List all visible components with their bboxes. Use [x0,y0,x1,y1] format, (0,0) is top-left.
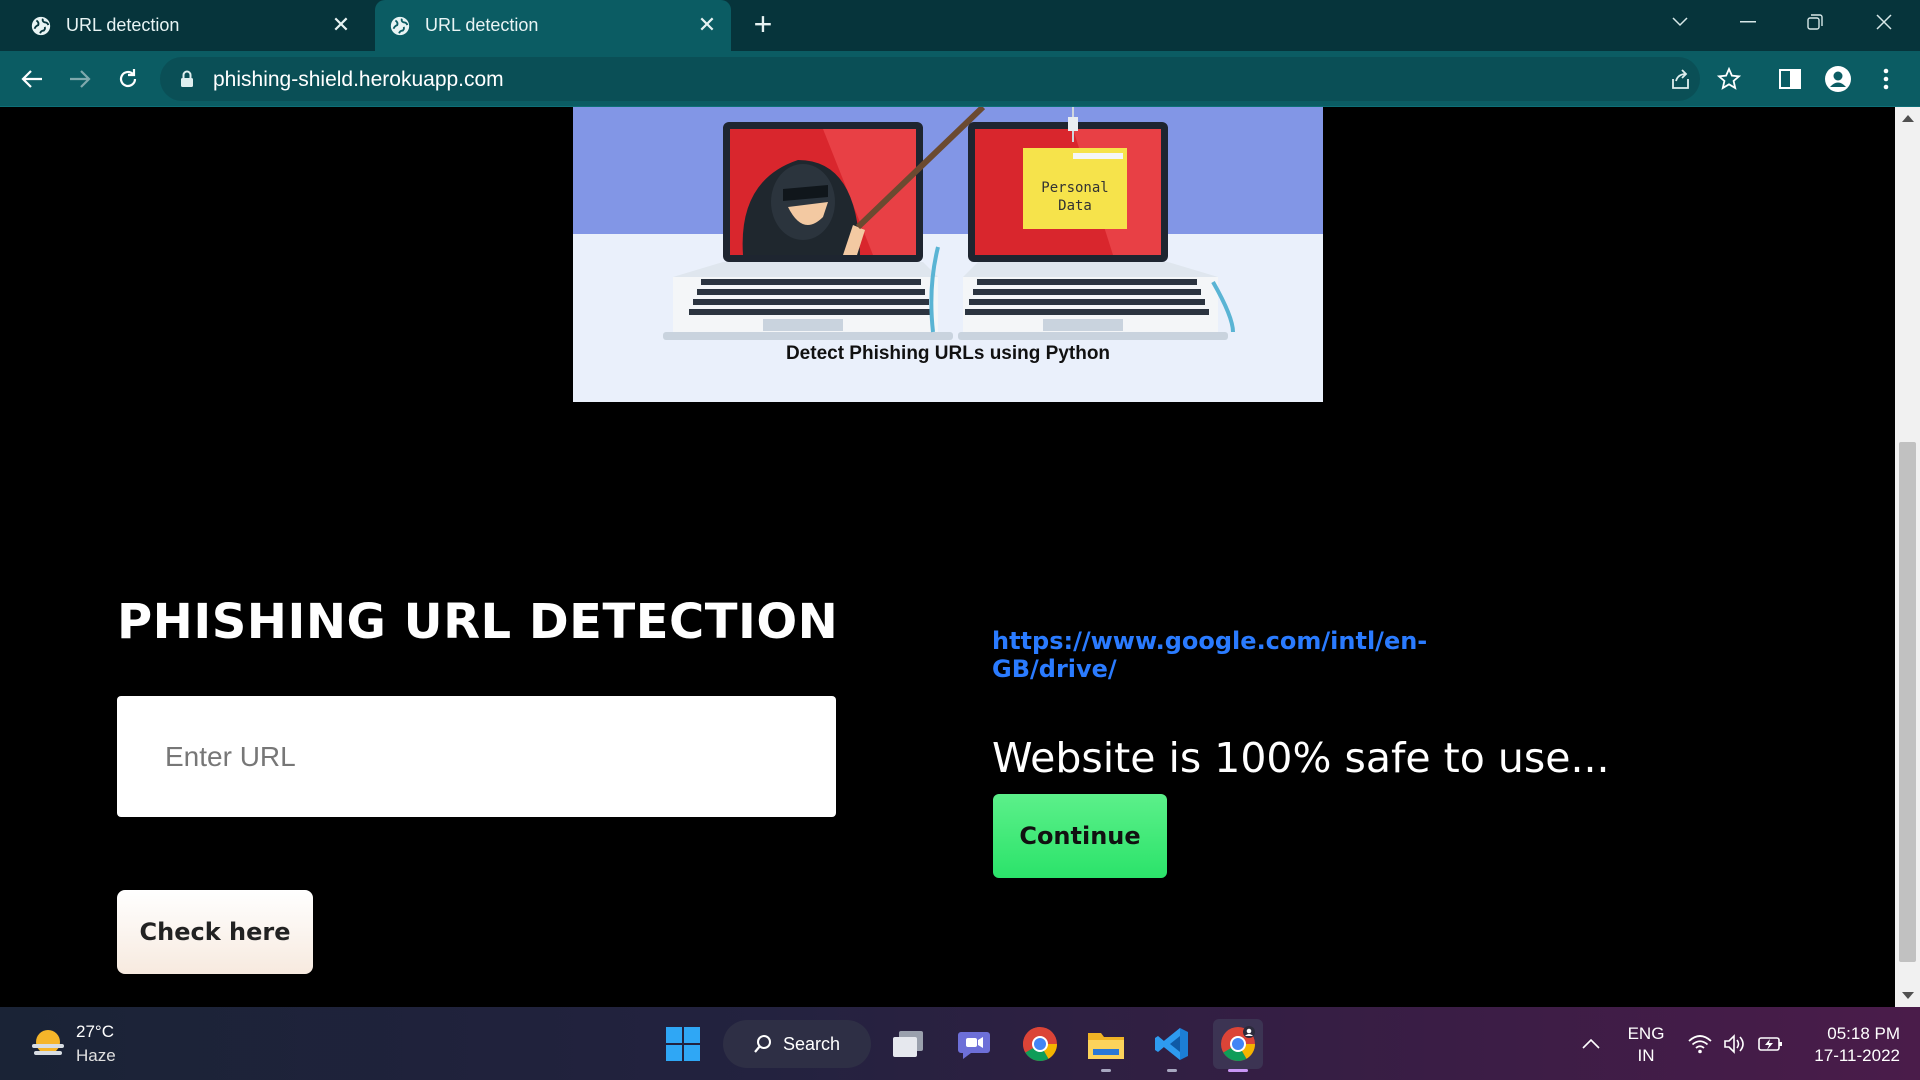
task-view-icon[interactable] [883,1019,933,1069]
chrome-profile-icon[interactable] [1213,1019,1263,1069]
weather-temp: 27°C [76,1022,114,1041]
lock-icon[interactable] [180,70,194,88]
close-tab-icon[interactable]: ✕ [329,13,353,37]
lang-code: ENG [1627,1024,1665,1043]
wifi-icon[interactable] [1688,1007,1712,1080]
globe-icon [390,16,410,35]
page-title: PHISHING URL DETECTION [117,594,839,650]
tab-title: URL detection [425,15,539,35]
forward-arrow-icon[interactable] [64,63,96,95]
result-url-link[interactable]: https://www.google.com/intl/en-GB/drive/ [992,627,1427,683]
tab-url-detection-1[interactable]: URL detection ✕ [20,0,365,51]
globe-icon [31,16,51,35]
reload-icon[interactable] [112,63,144,95]
profile-avatar-icon[interactable] [1822,63,1854,95]
lang-region: IN [1637,1046,1655,1065]
result-message: Website is 100% safe to use... [992,734,1610,782]
scroll-up-arrow-icon[interactable] [1902,115,1914,122]
scrollbar-thumb[interactable] [1899,442,1916,962]
chrome-active-indicator [1228,1069,1248,1072]
url-input[interactable] [117,696,836,817]
weather-haze-icon [32,1030,64,1055]
restore-icon[interactable] [1785,0,1845,44]
bookmark-star-icon[interactable] [1713,63,1745,95]
scroll-down-arrow-icon[interactable] [1902,992,1914,999]
hero-illustration: Personal Data Detect Phishing URLs using… [573,107,1323,402]
close-window-icon[interactable] [1854,0,1914,44]
taskbar-search[interactable]: Search [723,1020,871,1068]
chrome-icon[interactable] [1015,1019,1065,1069]
clock-time: 05:18 PM [1827,1024,1900,1043]
system-clock[interactable]: 05:18 PM 17-11-2022 [1800,1023,1900,1067]
explorer-running-indicator [1101,1069,1111,1072]
start-windows-icon[interactable] [658,1019,708,1069]
teams-chat-icon[interactable] [949,1019,999,1069]
hero-caption: Detect Phishing URLs using Python [785,343,1111,364]
browser-toolbar: phishing-shield.herokuapp.com [0,51,1920,107]
vscode-icon[interactable] [1147,1019,1197,1069]
windows-taskbar: 27°C Haze Search ENG IN 05:18 PM 17-11-2… [0,1007,1920,1080]
weather-widget[interactable]: 27°C Haze [28,1020,116,1068]
new-tab-plus-icon[interactable]: + [748,8,778,40]
back-arrow-icon[interactable] [16,63,48,95]
page-viewport: Personal Data Detect Phishing URLs using… [0,107,1895,1007]
search-label: Search [783,1033,841,1054]
close-tab-icon[interactable]: ✕ [695,13,719,37]
address-url-text: phishing-shield.herokuapp.com [213,68,504,91]
vscode-running-indicator [1167,1069,1177,1072]
battery-charging-icon[interactable] [1758,1007,1784,1080]
file-explorer-icon[interactable] [1081,1019,1131,1069]
continue-button[interactable]: Continue [993,794,1167,878]
folder-label-line1: Personal [1041,180,1108,196]
address-bar[interactable]: phishing-shield.herokuapp.com [160,57,1700,101]
search-icon [754,1035,771,1053]
tab-title: URL detection [66,15,180,35]
tab-url-detection-2[interactable]: URL detection ✕ [375,0,731,51]
tab-search-chevron-icon[interactable] [1650,0,1710,44]
share-icon[interactable] [1668,67,1694,93]
tab-strip: URL detection ✕ URL detection ✕ + [0,0,1920,51]
weather-condition: Haze [76,1046,116,1065]
clock-date: 17-11-2022 [1814,1046,1900,1065]
tray-overflow-chevron-icon[interactable] [1582,1007,1600,1080]
folder-label-line2: Data [1058,198,1092,214]
language-indicator[interactable]: ENG IN [1626,1023,1666,1067]
menu-kebab-icon[interactable] [1870,63,1902,95]
check-here-button[interactable]: Check here [117,890,313,974]
minimize-icon[interactable] [1718,0,1778,44]
page-scrollbar[interactable] [1895,107,1920,1007]
side-panel-icon[interactable] [1774,63,1806,95]
volume-icon[interactable] [1723,1007,1747,1080]
